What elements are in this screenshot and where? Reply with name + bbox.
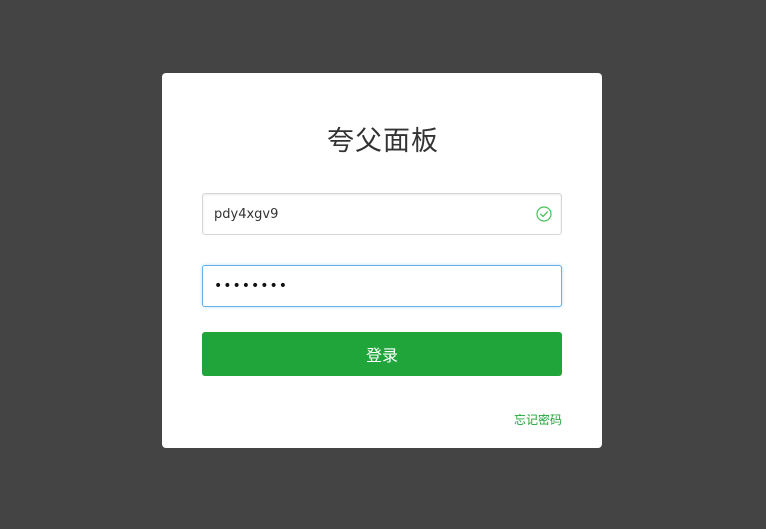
- password-input[interactable]: [203, 266, 561, 306]
- username-input[interactable]: [203, 194, 561, 234]
- username-field-wrapper: [202, 193, 562, 235]
- forgot-password-link[interactable]: 忘记密码: [474, 411, 562, 428]
- login-page: 夸父面板 登录 忘记密码: [0, 0, 766, 529]
- check-circle-icon: [536, 206, 552, 222]
- login-button[interactable]: 登录: [202, 332, 562, 376]
- page-title: 夸父面板: [327, 126, 439, 157]
- password-field-wrapper: [202, 265, 562, 307]
